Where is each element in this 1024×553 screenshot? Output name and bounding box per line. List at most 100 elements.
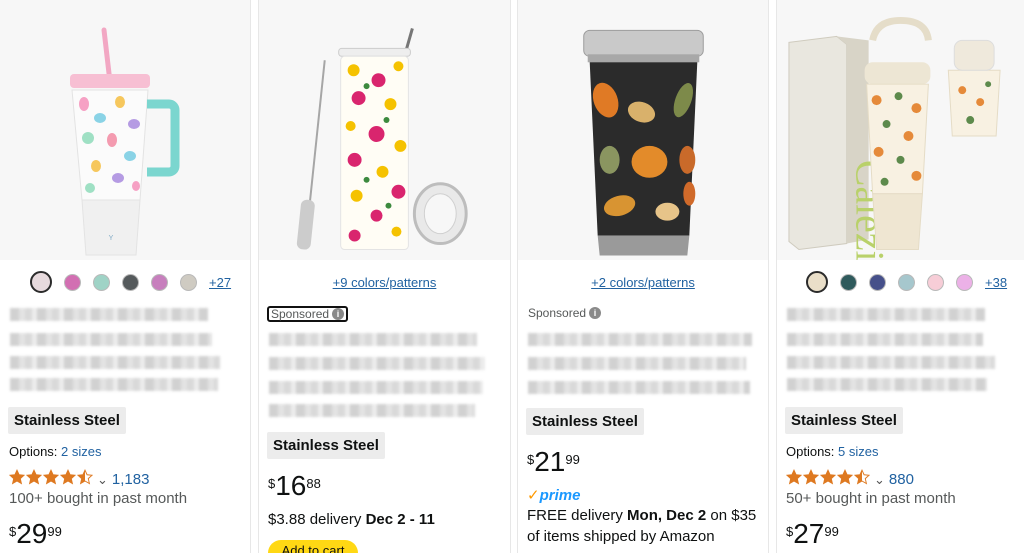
- star-rating[interactable]: [785, 469, 871, 490]
- redacted-title-line: [787, 308, 985, 321]
- options-label: Options:: [786, 444, 835, 459]
- price-fraction: 99: [824, 524, 839, 539]
- redacted-title-line: [10, 356, 220, 369]
- svg-text:Y: Y: [109, 235, 114, 242]
- redacted-title-line: [269, 381, 483, 394]
- star-icon: [836, 469, 854, 485]
- info-icon[interactable]: i: [589, 307, 602, 319]
- price-whole: 16: [275, 470, 307, 501]
- more-colors-link[interactable]: +38: [985, 275, 1007, 290]
- chevron-down-icon[interactable]: ⌄: [97, 472, 108, 488]
- price-symbol: $: [9, 524, 17, 539]
- price-fraction: 88: [306, 476, 321, 491]
- swatch-3[interactable]: [93, 273, 110, 291]
- product-image-4[interactable]: Calezi: [777, 0, 1024, 260]
- star-rating[interactable]: [8, 469, 94, 490]
- tumbler-image: Y: [0, 0, 250, 260]
- redacted-title-line: [10, 308, 208, 321]
- star-icon: [25, 469, 43, 485]
- redacted-title-line: [528, 357, 746, 370]
- price-whole: 27: [793, 518, 825, 549]
- star-icon: [819, 469, 837, 485]
- product-card-1: Y +27 Stainless Steel Options: 2 sizes ⌄…: [0, 0, 251, 553]
- sponsored-label[interactable]: Sponsored i: [267, 306, 349, 322]
- star-icon: [8, 469, 26, 485]
- product-card-2: +9 colors/patterns Sponsored i Stainless…: [258, 0, 511, 553]
- swatch-6[interactable]: [180, 273, 197, 291]
- swatch-1[interactable]: [806, 271, 828, 293]
- sponsored-text: Sponsored: [528, 306, 587, 320]
- leaf-tumbler-image: [518, 0, 768, 260]
- rating-row[interactable]: ⌄ 880: [785, 469, 914, 490]
- more-colors-link[interactable]: +27: [209, 275, 231, 290]
- prime-label: prime: [539, 487, 581, 504]
- delivery-info: $3.88 delivery Dec 2 - 11: [268, 511, 435, 528]
- add-to-cart-button[interactable]: Add to cart: [268, 540, 358, 553]
- swatch-3[interactable]: [869, 273, 886, 291]
- swatch-5[interactable]: [927, 273, 944, 291]
- product-image-3[interactable]: [518, 0, 768, 260]
- price-whole: 29: [16, 518, 48, 549]
- redacted-title-line: [787, 378, 987, 391]
- half-star-icon: [853, 469, 871, 485]
- swatch-2[interactable]: [840, 273, 857, 291]
- material-badge: Stainless Steel: [526, 408, 644, 435]
- info-icon[interactable]: i: [332, 308, 345, 320]
- swatch-4[interactable]: [898, 273, 915, 291]
- price[interactable]: $ 21 99: [527, 448, 580, 476]
- material-badge: Stainless Steel: [267, 432, 385, 459]
- delivery-dates: Dec 2 - 11: [365, 511, 435, 528]
- bought-in-past-month: 50+ bought in past month: [786, 490, 956, 507]
- shipped-by-amazon: of items shipped by Amazon: [527, 528, 715, 545]
- redacted-title-line: [787, 356, 995, 369]
- swatch-6[interactable]: [956, 273, 973, 291]
- material-badge: Stainless Steel: [785, 407, 903, 434]
- more-colors-link[interactable]: +9 colors/patterns: [259, 275, 510, 290]
- price-fraction: 99: [565, 452, 580, 467]
- material-badge: Stainless Steel: [8, 407, 126, 434]
- swatch-5[interactable]: [151, 273, 168, 291]
- price-symbol: $: [268, 476, 276, 491]
- more-colors-link[interactable]: +2 colors/patterns: [518, 275, 768, 290]
- price-fraction: 99: [47, 524, 62, 539]
- free-delivery-prefix: FREE delivery: [527, 507, 623, 524]
- redacted-title-line: [787, 333, 983, 346]
- rating-row[interactable]: ⌄ 1,183: [8, 469, 150, 490]
- price-symbol: $: [786, 524, 794, 539]
- product-image-1[interactable]: Y: [0, 0, 250, 260]
- price-whole: 21: [534, 446, 566, 477]
- redacted-title-line: [269, 404, 475, 417]
- price[interactable]: $ 16 88: [268, 472, 321, 500]
- redacted-title-line: [269, 357, 485, 370]
- sponsored-label[interactable]: Sponsored i: [528, 306, 602, 320]
- price[interactable]: $ 29 99: [9, 520, 62, 548]
- redacted-title-line: [269, 333, 477, 346]
- rating-count[interactable]: 1,183: [112, 471, 150, 488]
- free-delivery-suffix: on $35: [710, 507, 757, 524]
- options-row: Options: 5 sizes: [786, 444, 879, 459]
- rating-count[interactable]: 880: [889, 471, 914, 488]
- floral-tumbler-with-box-image: Calezi: [777, 0, 1024, 260]
- price[interactable]: $ 27 99: [786, 520, 839, 548]
- swatch-2[interactable]: [64, 273, 81, 291]
- options-sizes-link[interactable]: 2 sizes: [61, 444, 101, 459]
- star-icon: [785, 469, 803, 485]
- price-symbol: $: [527, 452, 535, 467]
- redacted-title-line: [528, 381, 750, 394]
- sponsored-text: Sponsored: [271, 307, 330, 321]
- prime-badge: ✓prime: [527, 486, 580, 504]
- options-label: Options:: [9, 444, 58, 459]
- product-card-4: Calezi +38 Stainless Steel Options: 5 si…: [776, 0, 1024, 553]
- star-icon: [42, 469, 60, 485]
- chevron-down-icon[interactable]: ⌄: [874, 472, 885, 488]
- swatch-4[interactable]: [122, 273, 139, 291]
- product-image-2[interactable]: [259, 0, 510, 260]
- redacted-title-line: [528, 333, 752, 346]
- redacted-title-line: [10, 333, 212, 346]
- free-delivery-info: FREE delivery Mon, Dec 2 on $35: [527, 507, 756, 524]
- product-grid: Y +27 Stainless Steel Options: 2 sizes ⌄…: [0, 0, 1024, 553]
- redacted-title-line: [10, 378, 218, 391]
- swatch-1[interactable]: [30, 271, 52, 293]
- star-icon: [59, 469, 77, 485]
- options-sizes-link[interactable]: 5 sizes: [838, 444, 878, 459]
